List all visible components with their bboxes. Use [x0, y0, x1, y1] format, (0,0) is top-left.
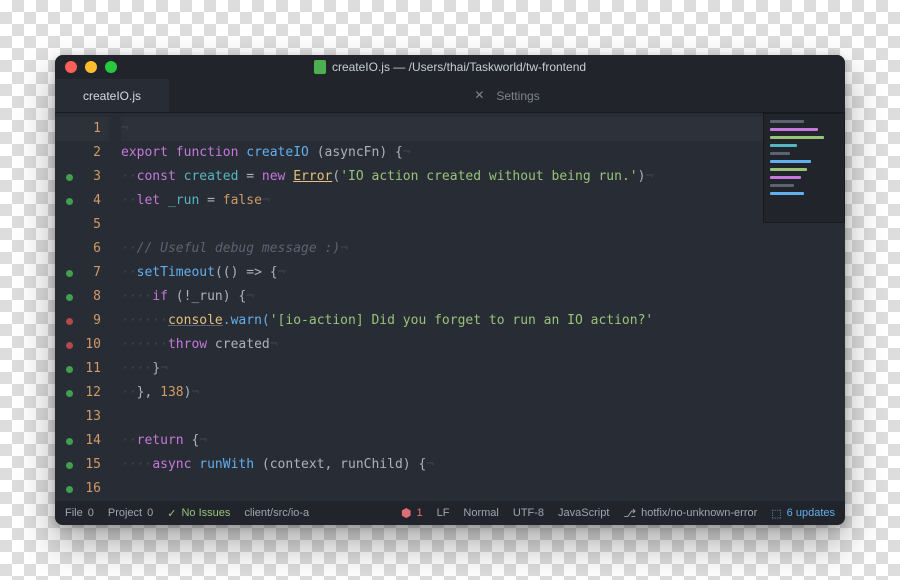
tab-createio[interactable]: createIO.js [55, 79, 169, 112]
code-line: ··return {¬ [121, 429, 845, 453]
status-branch[interactable]: ⎇ hotfix/no-unknown-error [623, 507, 757, 520]
code-line: ··// Useful debug message :)¬ [121, 237, 845, 261]
status-issues[interactable]: ✓ No Issues [167, 507, 230, 520]
bug-icon: ⬢ [401, 506, 411, 520]
status-encoding[interactable]: UTF-8 [513, 507, 544, 519]
code-line: export function createIO (asyncFn) {¬ [121, 141, 845, 165]
status-mode[interactable]: Normal [463, 507, 498, 519]
line-number: 6 [55, 237, 109, 261]
window-title-text: createIO.js — /Users/thai/Taskworld/tw-f… [332, 60, 586, 74]
close-icon[interactable] [65, 61, 77, 73]
code-line: ······throw created¬ [121, 333, 845, 357]
code-line: ··const created = new Error('IO action c… [121, 165, 845, 189]
line-number: 3 [55, 165, 109, 189]
wrench-icon [474, 89, 488, 103]
git-added-icon [66, 174, 73, 181]
line-number: 16 [55, 477, 109, 501]
code-body[interactable]: ¬ export function createIO (asyncFn) {¬ … [109, 113, 845, 501]
git-modified-icon [66, 342, 73, 349]
minimap[interactable] [763, 113, 845, 223]
line-number: 11 [55, 357, 109, 381]
status-file[interactable]: File 0 [65, 507, 94, 519]
code-line [121, 213, 845, 237]
line-number: 12 [55, 381, 109, 405]
tab-settings[interactable]: Settings [446, 79, 567, 112]
titlebar[interactable]: createIO.js — /Users/thai/Taskworld/tw-f… [55, 55, 845, 79]
editor-area[interactable]: 1 2 3 4 5 6 7 8 9 10 11 12 13 14 15 16 ¬… [55, 113, 845, 501]
line-gutter[interactable]: 1 2 3 4 5 6 7 8 9 10 11 12 13 14 15 16 [55, 113, 109, 501]
zoom-icon[interactable] [105, 61, 117, 73]
line-number: 7 [55, 261, 109, 285]
git-modified-icon [66, 318, 73, 325]
line-number: 14 [55, 429, 109, 453]
code-line: ··}, 138)¬ [121, 381, 845, 405]
code-line: ··let _run = false¬ [121, 189, 845, 213]
check-icon: ✓ [167, 507, 176, 520]
code-line: ····if (!_run) {¬ [121, 285, 845, 309]
git-added-icon [66, 462, 73, 469]
git-added-icon [66, 438, 73, 445]
code-line: ··setTimeout(() => {¬ [121, 261, 845, 285]
code-line: ······console.warn('[io-action] Did you … [121, 309, 845, 333]
status-bar: File 0 Project 0 ✓ No Issues client/src/… [55, 501, 845, 525]
status-errors[interactable]: ⬢ 1 [401, 506, 423, 520]
line-number: 2 [55, 141, 109, 165]
status-project[interactable]: Project 0 [108, 507, 153, 519]
file-icon [314, 60, 326, 74]
git-added-icon [66, 486, 73, 493]
line-number: 10 [55, 333, 109, 357]
line-number: 15 [55, 453, 109, 477]
git-added-icon [66, 198, 73, 205]
line-number: 9 [55, 309, 109, 333]
status-updates[interactable]: ⬚ 6 updates [771, 507, 835, 520]
line-number: 1 [55, 117, 109, 141]
git-added-icon [66, 270, 73, 277]
status-path[interactable]: client/src/io-a [244, 507, 309, 519]
line-number: 5 [55, 213, 109, 237]
status-eol[interactable]: LF [437, 507, 450, 519]
tab-bar: createIO.js Settings [55, 79, 845, 113]
editor-window: createIO.js — /Users/thai/Taskworld/tw-f… [55, 55, 845, 525]
line-number: 13 [55, 405, 109, 429]
tab-label: Settings [496, 89, 539, 103]
window-title: createIO.js — /Users/thai/Taskworld/tw-f… [55, 60, 845, 74]
git-added-icon [66, 366, 73, 373]
traffic-lights [65, 61, 117, 73]
code-line: ····async runWith (context, runChild) {¬ [121, 453, 845, 477]
package-icon: ⬚ [771, 507, 781, 520]
git-branch-icon: ⎇ [623, 507, 636, 520]
git-added-icon [66, 390, 73, 397]
code-line: ¬ [121, 117, 845, 141]
code-line [121, 405, 845, 429]
line-number: 4 [55, 189, 109, 213]
code-line: ····}¬ [121, 357, 845, 381]
git-added-icon [66, 294, 73, 301]
line-number: 8 [55, 285, 109, 309]
minimize-icon[interactable] [85, 61, 97, 73]
status-language[interactable]: JavaScript [558, 507, 609, 519]
tab-label: createIO.js [83, 89, 141, 103]
